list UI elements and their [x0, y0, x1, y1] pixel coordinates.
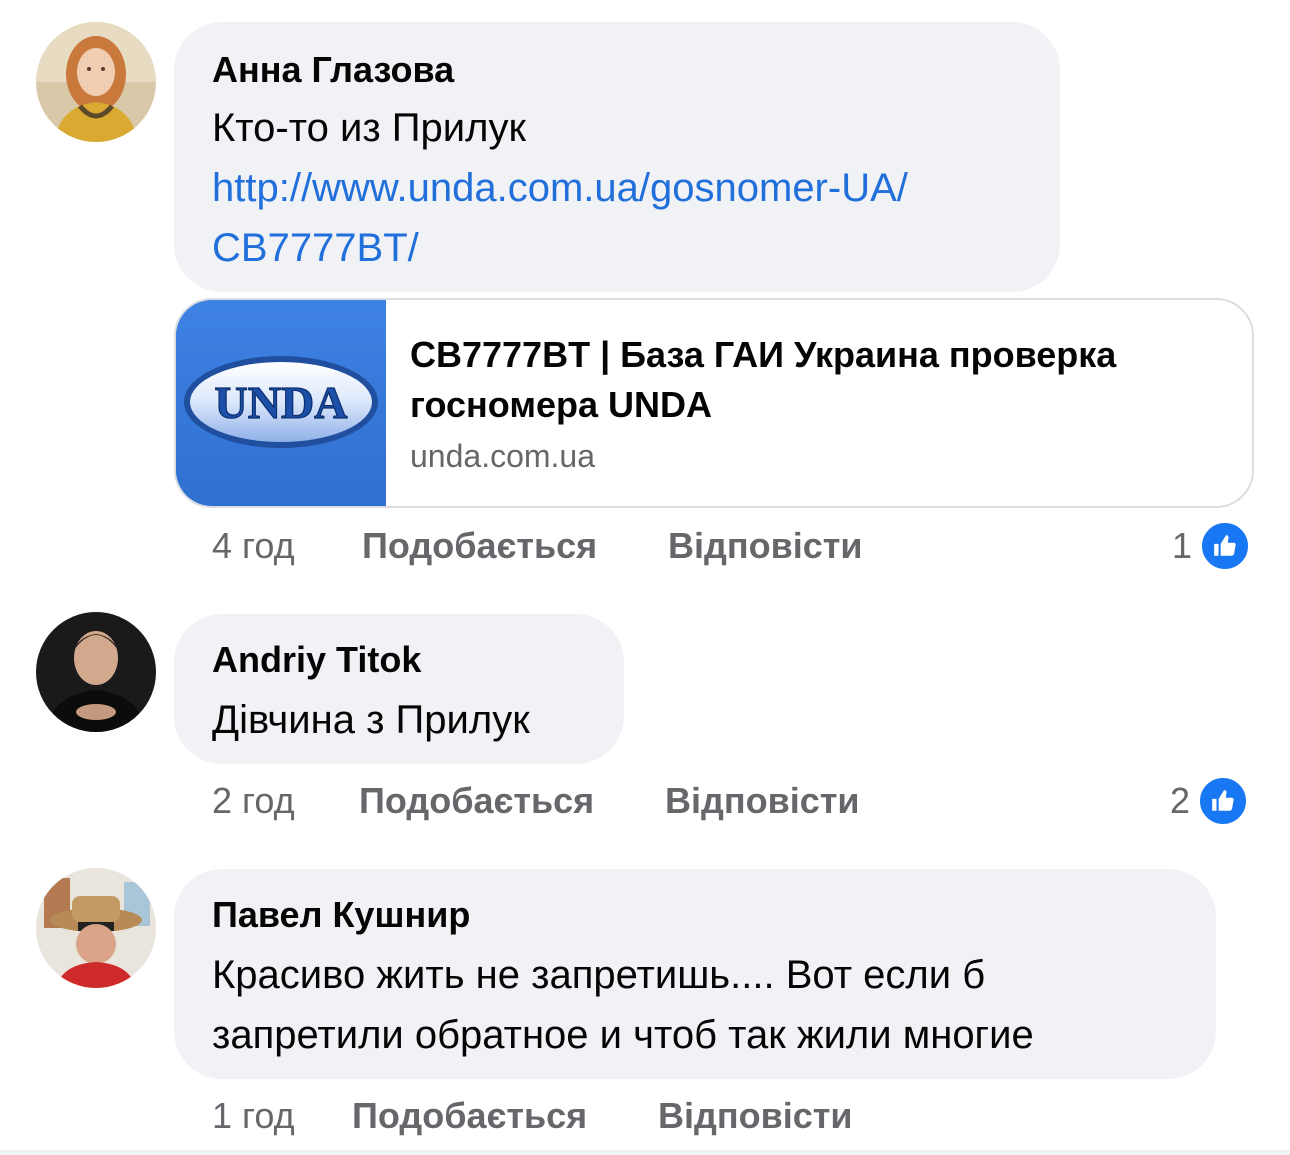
- unda-logo-text: UNDA: [215, 377, 348, 428]
- comment-link-continuation[interactable]: CB7777BT/: [212, 218, 419, 278]
- comment-text: Дівчина з Прилук: [212, 698, 530, 742]
- like-icon: [1198, 776, 1249, 826]
- like-button[interactable]: Подобається: [352, 1091, 587, 1141]
- comment-text: Кто-то из Прилук: [212, 106, 526, 150]
- divider: [0, 1150, 1290, 1155]
- avatar-anna[interactable]: [36, 22, 156, 142]
- comment-text: Красиво жить не запретишь.... Вот если б: [212, 953, 986, 997]
- comment-bubble: Анна Глазова Кто-то из Прилук http://www…: [174, 22, 1060, 292]
- comment-timestamp[interactable]: 2 год: [212, 776, 295, 826]
- comment-timestamp[interactable]: 4 год: [212, 521, 295, 571]
- comment-author[interactable]: Andriy Titok: [212, 638, 421, 682]
- like-button[interactable]: Подобається: [362, 521, 597, 571]
- link-preview-thumbnail: UNDA: [176, 300, 386, 506]
- avatar-andriy[interactable]: [36, 612, 156, 732]
- like-button[interactable]: Подобається: [359, 776, 594, 826]
- comment-author[interactable]: Анна Глазова: [212, 48, 454, 92]
- avatar-photo: [36, 612, 156, 732]
- reaction-count: 2: [1170, 780, 1191, 821]
- comment-bubble: Павел Кушнир Красиво жить не запретишь..…: [174, 869, 1216, 1079]
- link-preview-card[interactable]: UNDA CB7777BT | База ГАИ Украина проверк…: [174, 298, 1254, 508]
- comment-text-continuation: запретили обратное и чтоб так жили многи…: [212, 1013, 1034, 1057]
- link-preview-domain: unda.com.ua: [410, 438, 596, 474]
- comment-link[interactable]: http://www.unda.com.ua/gosnomer-UA/: [212, 158, 908, 218]
- avatar-photo: [36, 868, 156, 988]
- avatar-photo: [36, 22, 156, 142]
- reaction-summary[interactable]: 2: [1170, 776, 1249, 826]
- reply-button[interactable]: Відповісти: [668, 521, 863, 571]
- avatar-pavel[interactable]: [36, 868, 156, 988]
- reply-button[interactable]: Відповісти: [658, 1091, 853, 1141]
- reaction-count: 1: [1172, 525, 1193, 566]
- comment-author[interactable]: Павел Кушнир: [212, 893, 470, 937]
- comment-timestamp[interactable]: 1 год: [212, 1091, 295, 1141]
- link-preview-title: CB7777BT | База ГАИ Украина проверка гос…: [410, 334, 1117, 425]
- comment-bubble: Andriy Titok Дівчина з Прилук: [174, 614, 624, 764]
- reaction-summary[interactable]: 1: [1172, 521, 1251, 571]
- reply-button[interactable]: Відповісти: [665, 776, 860, 826]
- like-icon: [1200, 521, 1251, 571]
